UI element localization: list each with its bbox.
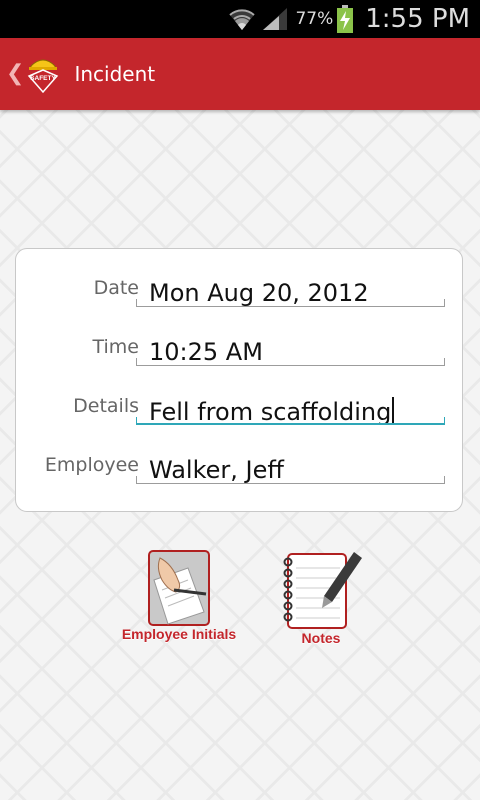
employee-initials-button[interactable]: Employee Initials bbox=[108, 550, 250, 642]
status-bar: 77% 1:55 PM bbox=[0, 0, 480, 38]
employee-label: Employee bbox=[44, 454, 139, 476]
action-bar: ❮ SAFETY Incident bbox=[0, 38, 480, 110]
back-button[interactable]: ❮ SAFETY bbox=[0, 38, 66, 110]
clock: 1:55 PM bbox=[365, 4, 470, 34]
time-field[interactable]: 10:25 AM bbox=[136, 316, 445, 366]
notepad-icon bbox=[283, 552, 362, 629]
time-label: Time bbox=[92, 336, 140, 358]
details-row: Details Fell from scaffolding bbox=[16, 367, 464, 426]
date-row: Date Mon Aug 20, 2012 bbox=[16, 249, 464, 308]
time-row: Time 10:25 AM bbox=[16, 308, 464, 367]
safety-logo-icon: SAFETY bbox=[28, 59, 59, 94]
wifi-icon bbox=[229, 9, 256, 30]
battery-percent: 77% bbox=[295, 9, 334, 29]
notes-button[interactable]: Notes bbox=[278, 550, 364, 646]
logo-text: SAFETY bbox=[31, 75, 57, 82]
signal-icon bbox=[263, 8, 288, 30]
battery-charging-icon bbox=[337, 5, 354, 33]
details-field[interactable]: Fell from scaffolding bbox=[136, 375, 445, 426]
employee-field[interactable]: Walker, Jeff bbox=[136, 434, 445, 484]
date-field[interactable]: Mon Aug 20, 2012 bbox=[136, 257, 445, 307]
employee-row: Employee Walker, Jeff bbox=[16, 426, 464, 485]
incident-form: Date Mon Aug 20, 2012 Time 10:25 AM Deta… bbox=[15, 248, 463, 512]
signature-icon bbox=[148, 550, 210, 626]
date-label: Date bbox=[93, 277, 139, 299]
back-chevron-icon: ❮ bbox=[6, 61, 25, 86]
employee-initials-label: Employee Initials bbox=[121, 626, 237, 642]
page-title: Incident bbox=[74, 62, 156, 86]
status-icons: 77% 1:55 PM bbox=[227, 0, 470, 38]
details-label: Details bbox=[73, 395, 139, 417]
notes-label: Notes bbox=[301, 630, 341, 646]
